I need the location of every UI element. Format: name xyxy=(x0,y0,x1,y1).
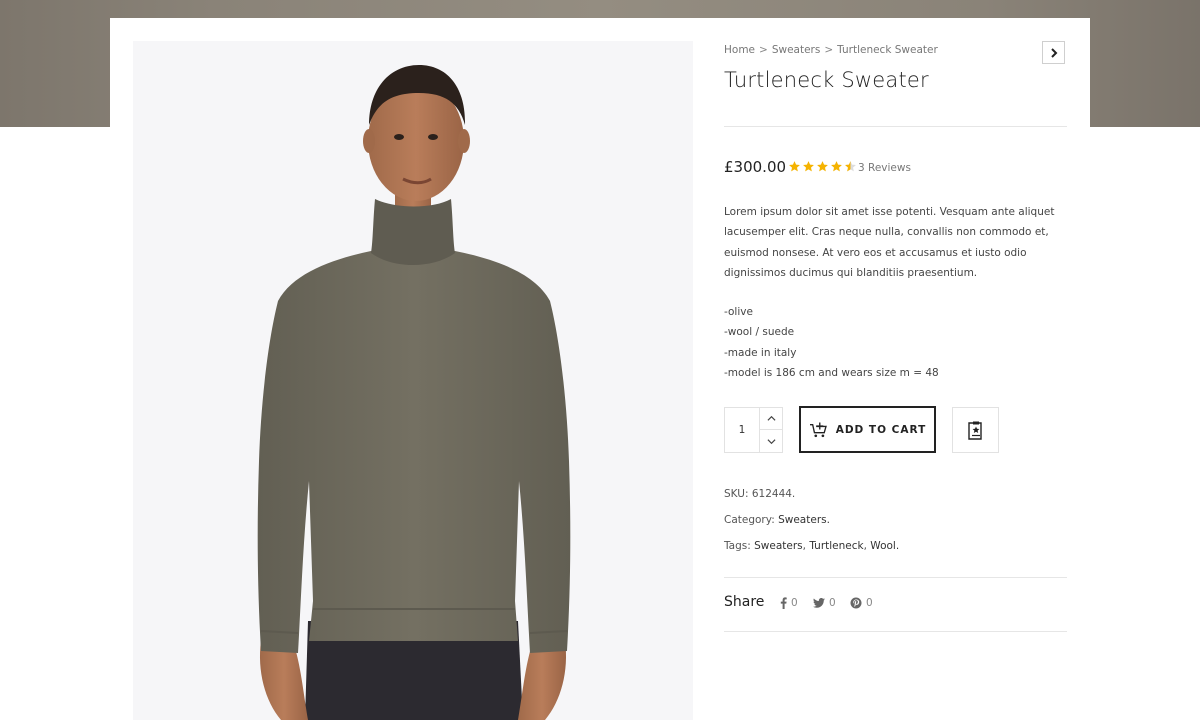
category-line: Category: Sweaters. xyxy=(724,514,830,526)
feature-item: -olive xyxy=(724,306,753,318)
next-product-button[interactable] xyxy=(1042,41,1065,64)
divider xyxy=(724,631,1067,632)
quantity-increase-button[interactable] xyxy=(759,408,782,430)
feature-list: -olive -wool / suede -made in italy -mod… xyxy=(724,302,939,383)
feature-item: -wool / suede xyxy=(724,326,795,339)
chevron-down-icon xyxy=(766,438,776,444)
model-photo-illustration xyxy=(257,65,571,720)
quantity-input[interactable]: 1 xyxy=(725,408,759,452)
twitter-share-count: 0 xyxy=(829,597,836,609)
breadcrumb-category[interactable]: Sweaters xyxy=(772,44,821,56)
facebook-share-count: 0 xyxy=(791,597,798,609)
feature-item: -model is 186 cm and wears size m = 48 xyxy=(724,366,939,379)
breadcrumb-home[interactable]: Home xyxy=(724,44,755,56)
feature-item: -made in italy xyxy=(724,346,797,359)
product-price: £300.00 xyxy=(724,158,787,176)
tags-line: Tags: Sweaters, Turtleneck, Wool. xyxy=(724,540,900,552)
tag-link[interactable]: Sweaters xyxy=(754,540,803,552)
tag-link[interactable]: Turtleneck xyxy=(809,540,863,552)
pinterest-share-count: 0 xyxy=(866,597,873,609)
facebook-icon xyxy=(780,597,787,609)
star-icon xyxy=(789,161,800,172)
product-card: Home > Sweaters > Turtleneck Sweater Turtlen… xyxy=(110,18,1090,720)
chevron-up-icon xyxy=(766,415,776,421)
wishlist-button[interactable] xyxy=(952,407,999,453)
tag-link[interactable]: Wool. xyxy=(870,540,899,552)
sku-value: 612444. xyxy=(751,488,796,500)
breadcrumb-current: Turtleneck Sweater xyxy=(837,44,938,56)
chevron-right-icon xyxy=(1050,47,1057,58)
category-label: Category: xyxy=(724,514,775,526)
star-icon xyxy=(831,161,842,172)
star-half-icon xyxy=(845,161,856,172)
quantity-stepper: 1 xyxy=(724,407,783,453)
twitter-icon xyxy=(813,598,825,608)
divider xyxy=(724,126,1067,127)
reviews-link[interactable]: 3 Reviews xyxy=(858,162,911,174)
add-to-cart-button[interactable]: ADD TO CART xyxy=(799,406,936,453)
share-facebook[interactable]: 0 xyxy=(780,597,798,609)
sku-line: SKU: 612444. xyxy=(724,488,795,500)
product-description: Lorem ipsum dolor sit amet isse potenti.… xyxy=(724,206,1055,279)
cart-plus-icon xyxy=(809,421,827,437)
clipboard-star-icon xyxy=(967,421,982,440)
category-link[interactable]: Sweaters. xyxy=(778,514,830,526)
divider xyxy=(724,577,1067,578)
product-title: Turtleneck Sweater xyxy=(724,68,929,92)
product-image[interactable] xyxy=(133,41,693,720)
breadcrumb-separator: > xyxy=(759,44,768,56)
pinterest-icon xyxy=(850,597,862,609)
share-pinterest[interactable]: 0 xyxy=(850,597,873,609)
share-twitter[interactable]: 0 xyxy=(813,597,836,609)
star-icon xyxy=(803,161,814,172)
star-rating xyxy=(788,160,857,173)
breadcrumb-separator: > xyxy=(824,44,834,56)
tags-label: Tags: xyxy=(724,540,751,552)
quantity-decrease-button[interactable] xyxy=(759,430,782,452)
share-label: Share xyxy=(724,594,765,610)
star-icon xyxy=(817,161,828,172)
add-to-cart-label: ADD TO CART xyxy=(835,423,927,436)
breadcrumb: Home > Sweaters > Turtleneck Sweater xyxy=(724,44,938,56)
sku-label: SKU: xyxy=(724,488,749,500)
